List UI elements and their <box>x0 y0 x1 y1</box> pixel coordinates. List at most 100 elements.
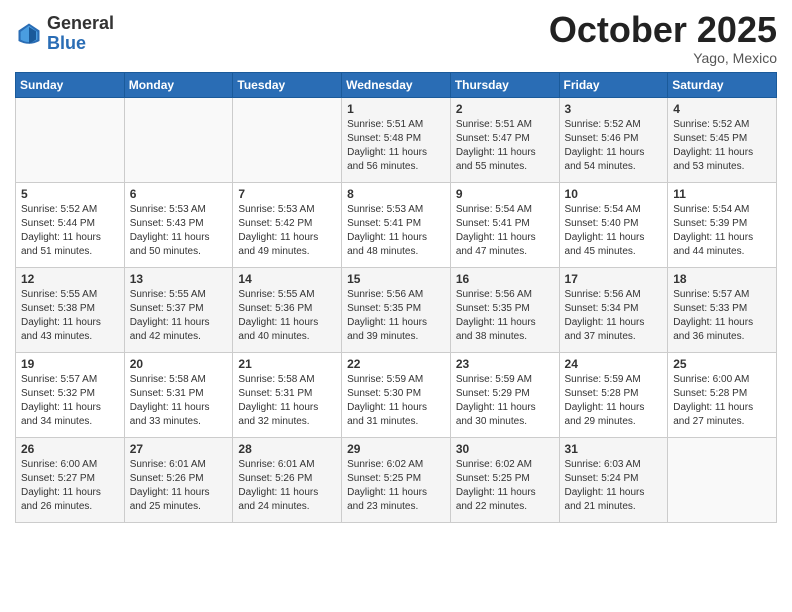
calendar-cell: 17 Sunrise: 5:56 AMSunset: 5:34 PMDaylig… <box>559 267 668 352</box>
logo-text: General Blue <box>47 14 114 54</box>
day-number: 29 <box>347 442 445 456</box>
day-info: Sunrise: 5:52 AMSunset: 5:46 PMDaylight:… <box>565 119 645 172</box>
col-thursday: Thursday <box>450 72 559 97</box>
calendar-cell <box>124 97 233 182</box>
day-info: Sunrise: 5:55 AMSunset: 5:38 PMDaylight:… <box>21 289 101 342</box>
day-number: 14 <box>238 272 336 286</box>
day-number: 17 <box>565 272 663 286</box>
calendar-cell: 11 Sunrise: 5:54 AMSunset: 5:39 PMDaylig… <box>668 182 777 267</box>
day-info: Sunrise: 5:53 AMSunset: 5:43 PMDaylight:… <box>130 204 210 257</box>
calendar-cell: 26 Sunrise: 6:00 AMSunset: 5:27 PMDaylig… <box>16 437 125 522</box>
col-tuesday: Tuesday <box>233 72 342 97</box>
calendar-cell: 6 Sunrise: 5:53 AMSunset: 5:43 PMDayligh… <box>124 182 233 267</box>
day-number: 18 <box>673 272 771 286</box>
day-number: 10 <box>565 187 663 201</box>
day-info: Sunrise: 5:59 AMSunset: 5:29 PMDaylight:… <box>456 374 536 427</box>
logo-icon <box>15 20 43 48</box>
day-info: Sunrise: 6:01 AMSunset: 5:26 PMDaylight:… <box>238 459 318 512</box>
day-number: 9 <box>456 187 554 201</box>
calendar-cell: 2 Sunrise: 5:51 AMSunset: 5:47 PMDayligh… <box>450 97 559 182</box>
calendar-table: Sunday Monday Tuesday Wednesday Thursday… <box>15 72 777 523</box>
calendar-cell: 28 Sunrise: 6:01 AMSunset: 5:26 PMDaylig… <box>233 437 342 522</box>
calendar-cell: 22 Sunrise: 5:59 AMSunset: 5:30 PMDaylig… <box>342 352 451 437</box>
calendar-week-row: 26 Sunrise: 6:00 AMSunset: 5:27 PMDaylig… <box>16 437 777 522</box>
calendar-cell: 13 Sunrise: 5:55 AMSunset: 5:37 PMDaylig… <box>124 267 233 352</box>
calendar-cell: 9 Sunrise: 5:54 AMSunset: 5:41 PMDayligh… <box>450 182 559 267</box>
day-number: 4 <box>673 102 771 116</box>
calendar-cell <box>668 437 777 522</box>
day-number: 26 <box>21 442 119 456</box>
title-block: October 2025 Yago, Mexico <box>549 10 777 66</box>
calendar-week-row: 12 Sunrise: 5:55 AMSunset: 5:38 PMDaylig… <box>16 267 777 352</box>
day-number: 31 <box>565 442 663 456</box>
day-info: Sunrise: 5:55 AMSunset: 5:37 PMDaylight:… <box>130 289 210 342</box>
day-number: 3 <box>565 102 663 116</box>
day-info: Sunrise: 5:59 AMSunset: 5:30 PMDaylight:… <box>347 374 427 427</box>
calendar-cell: 1 Sunrise: 5:51 AMSunset: 5:48 PMDayligh… <box>342 97 451 182</box>
calendar-week-row: 19 Sunrise: 5:57 AMSunset: 5:32 PMDaylig… <box>16 352 777 437</box>
day-number: 16 <box>456 272 554 286</box>
day-info: Sunrise: 5:58 AMSunset: 5:31 PMDaylight:… <box>238 374 318 427</box>
day-number: 13 <box>130 272 228 286</box>
day-info: Sunrise: 5:55 AMSunset: 5:36 PMDaylight:… <box>238 289 318 342</box>
day-info: Sunrise: 5:56 AMSunset: 5:35 PMDaylight:… <box>456 289 536 342</box>
day-info: Sunrise: 5:56 AMSunset: 5:34 PMDaylight:… <box>565 289 645 342</box>
day-info: Sunrise: 6:02 AMSunset: 5:25 PMDaylight:… <box>347 459 427 512</box>
day-number: 24 <box>565 357 663 371</box>
calendar-cell: 10 Sunrise: 5:54 AMSunset: 5:40 PMDaylig… <box>559 182 668 267</box>
calendar-cell: 23 Sunrise: 5:59 AMSunset: 5:29 PMDaylig… <box>450 352 559 437</box>
day-info: Sunrise: 5:53 AMSunset: 5:42 PMDaylight:… <box>238 204 318 257</box>
day-info: Sunrise: 5:57 AMSunset: 5:33 PMDaylight:… <box>673 289 753 342</box>
month-title: October 2025 <box>549 10 777 50</box>
calendar-week-row: 5 Sunrise: 5:52 AMSunset: 5:44 PMDayligh… <box>16 182 777 267</box>
calendar-cell: 27 Sunrise: 6:01 AMSunset: 5:26 PMDaylig… <box>124 437 233 522</box>
calendar-cell: 21 Sunrise: 5:58 AMSunset: 5:31 PMDaylig… <box>233 352 342 437</box>
day-number: 27 <box>130 442 228 456</box>
page: General Blue October 2025 Yago, Mexico S… <box>0 0 792 538</box>
day-info: Sunrise: 5:54 AMSunset: 5:40 PMDaylight:… <box>565 204 645 257</box>
logo-blue-text: Blue <box>47 34 114 54</box>
calendar-cell: 4 Sunrise: 5:52 AMSunset: 5:45 PMDayligh… <box>668 97 777 182</box>
calendar-cell: 14 Sunrise: 5:55 AMSunset: 5:36 PMDaylig… <box>233 267 342 352</box>
day-number: 5 <box>21 187 119 201</box>
header-row: Sunday Monday Tuesday Wednesday Thursday… <box>16 72 777 97</box>
day-info: Sunrise: 5:54 AMSunset: 5:39 PMDaylight:… <box>673 204 753 257</box>
day-number: 28 <box>238 442 336 456</box>
day-number: 2 <box>456 102 554 116</box>
day-number: 7 <box>238 187 336 201</box>
col-friday: Friday <box>559 72 668 97</box>
calendar-cell: 3 Sunrise: 5:52 AMSunset: 5:46 PMDayligh… <box>559 97 668 182</box>
calendar-cell <box>233 97 342 182</box>
day-number: 12 <box>21 272 119 286</box>
calendar-week-row: 1 Sunrise: 5:51 AMSunset: 5:48 PMDayligh… <box>16 97 777 182</box>
col-sunday: Sunday <box>16 72 125 97</box>
day-info: Sunrise: 6:03 AMSunset: 5:24 PMDaylight:… <box>565 459 645 512</box>
calendar-cell: 12 Sunrise: 5:55 AMSunset: 5:38 PMDaylig… <box>16 267 125 352</box>
day-info: Sunrise: 5:54 AMSunset: 5:41 PMDaylight:… <box>456 204 536 257</box>
day-info: Sunrise: 5:59 AMSunset: 5:28 PMDaylight:… <box>565 374 645 427</box>
day-info: Sunrise: 5:51 AMSunset: 5:48 PMDaylight:… <box>347 119 427 172</box>
calendar-cell: 16 Sunrise: 5:56 AMSunset: 5:35 PMDaylig… <box>450 267 559 352</box>
logo-general-text: General <box>47 14 114 34</box>
day-info: Sunrise: 5:56 AMSunset: 5:35 PMDaylight:… <box>347 289 427 342</box>
calendar-cell: 30 Sunrise: 6:02 AMSunset: 5:25 PMDaylig… <box>450 437 559 522</box>
day-info: Sunrise: 5:51 AMSunset: 5:47 PMDaylight:… <box>456 119 536 172</box>
calendar-cell: 15 Sunrise: 5:56 AMSunset: 5:35 PMDaylig… <box>342 267 451 352</box>
day-info: Sunrise: 6:00 AMSunset: 5:28 PMDaylight:… <box>673 374 753 427</box>
calendar-cell: 18 Sunrise: 5:57 AMSunset: 5:33 PMDaylig… <box>668 267 777 352</box>
day-number: 1 <box>347 102 445 116</box>
calendar-cell: 25 Sunrise: 6:00 AMSunset: 5:28 PMDaylig… <box>668 352 777 437</box>
day-number: 8 <box>347 187 445 201</box>
day-number: 19 <box>21 357 119 371</box>
day-number: 11 <box>673 187 771 201</box>
col-wednesday: Wednesday <box>342 72 451 97</box>
calendar-cell: 29 Sunrise: 6:02 AMSunset: 5:25 PMDaylig… <box>342 437 451 522</box>
location: Yago, Mexico <box>549 50 777 66</box>
day-number: 20 <box>130 357 228 371</box>
day-number: 15 <box>347 272 445 286</box>
header: General Blue October 2025 Yago, Mexico <box>15 10 777 66</box>
day-info: Sunrise: 5:58 AMSunset: 5:31 PMDaylight:… <box>130 374 210 427</box>
day-number: 6 <box>130 187 228 201</box>
logo: General Blue <box>15 14 114 54</box>
calendar-cell: 5 Sunrise: 5:52 AMSunset: 5:44 PMDayligh… <box>16 182 125 267</box>
